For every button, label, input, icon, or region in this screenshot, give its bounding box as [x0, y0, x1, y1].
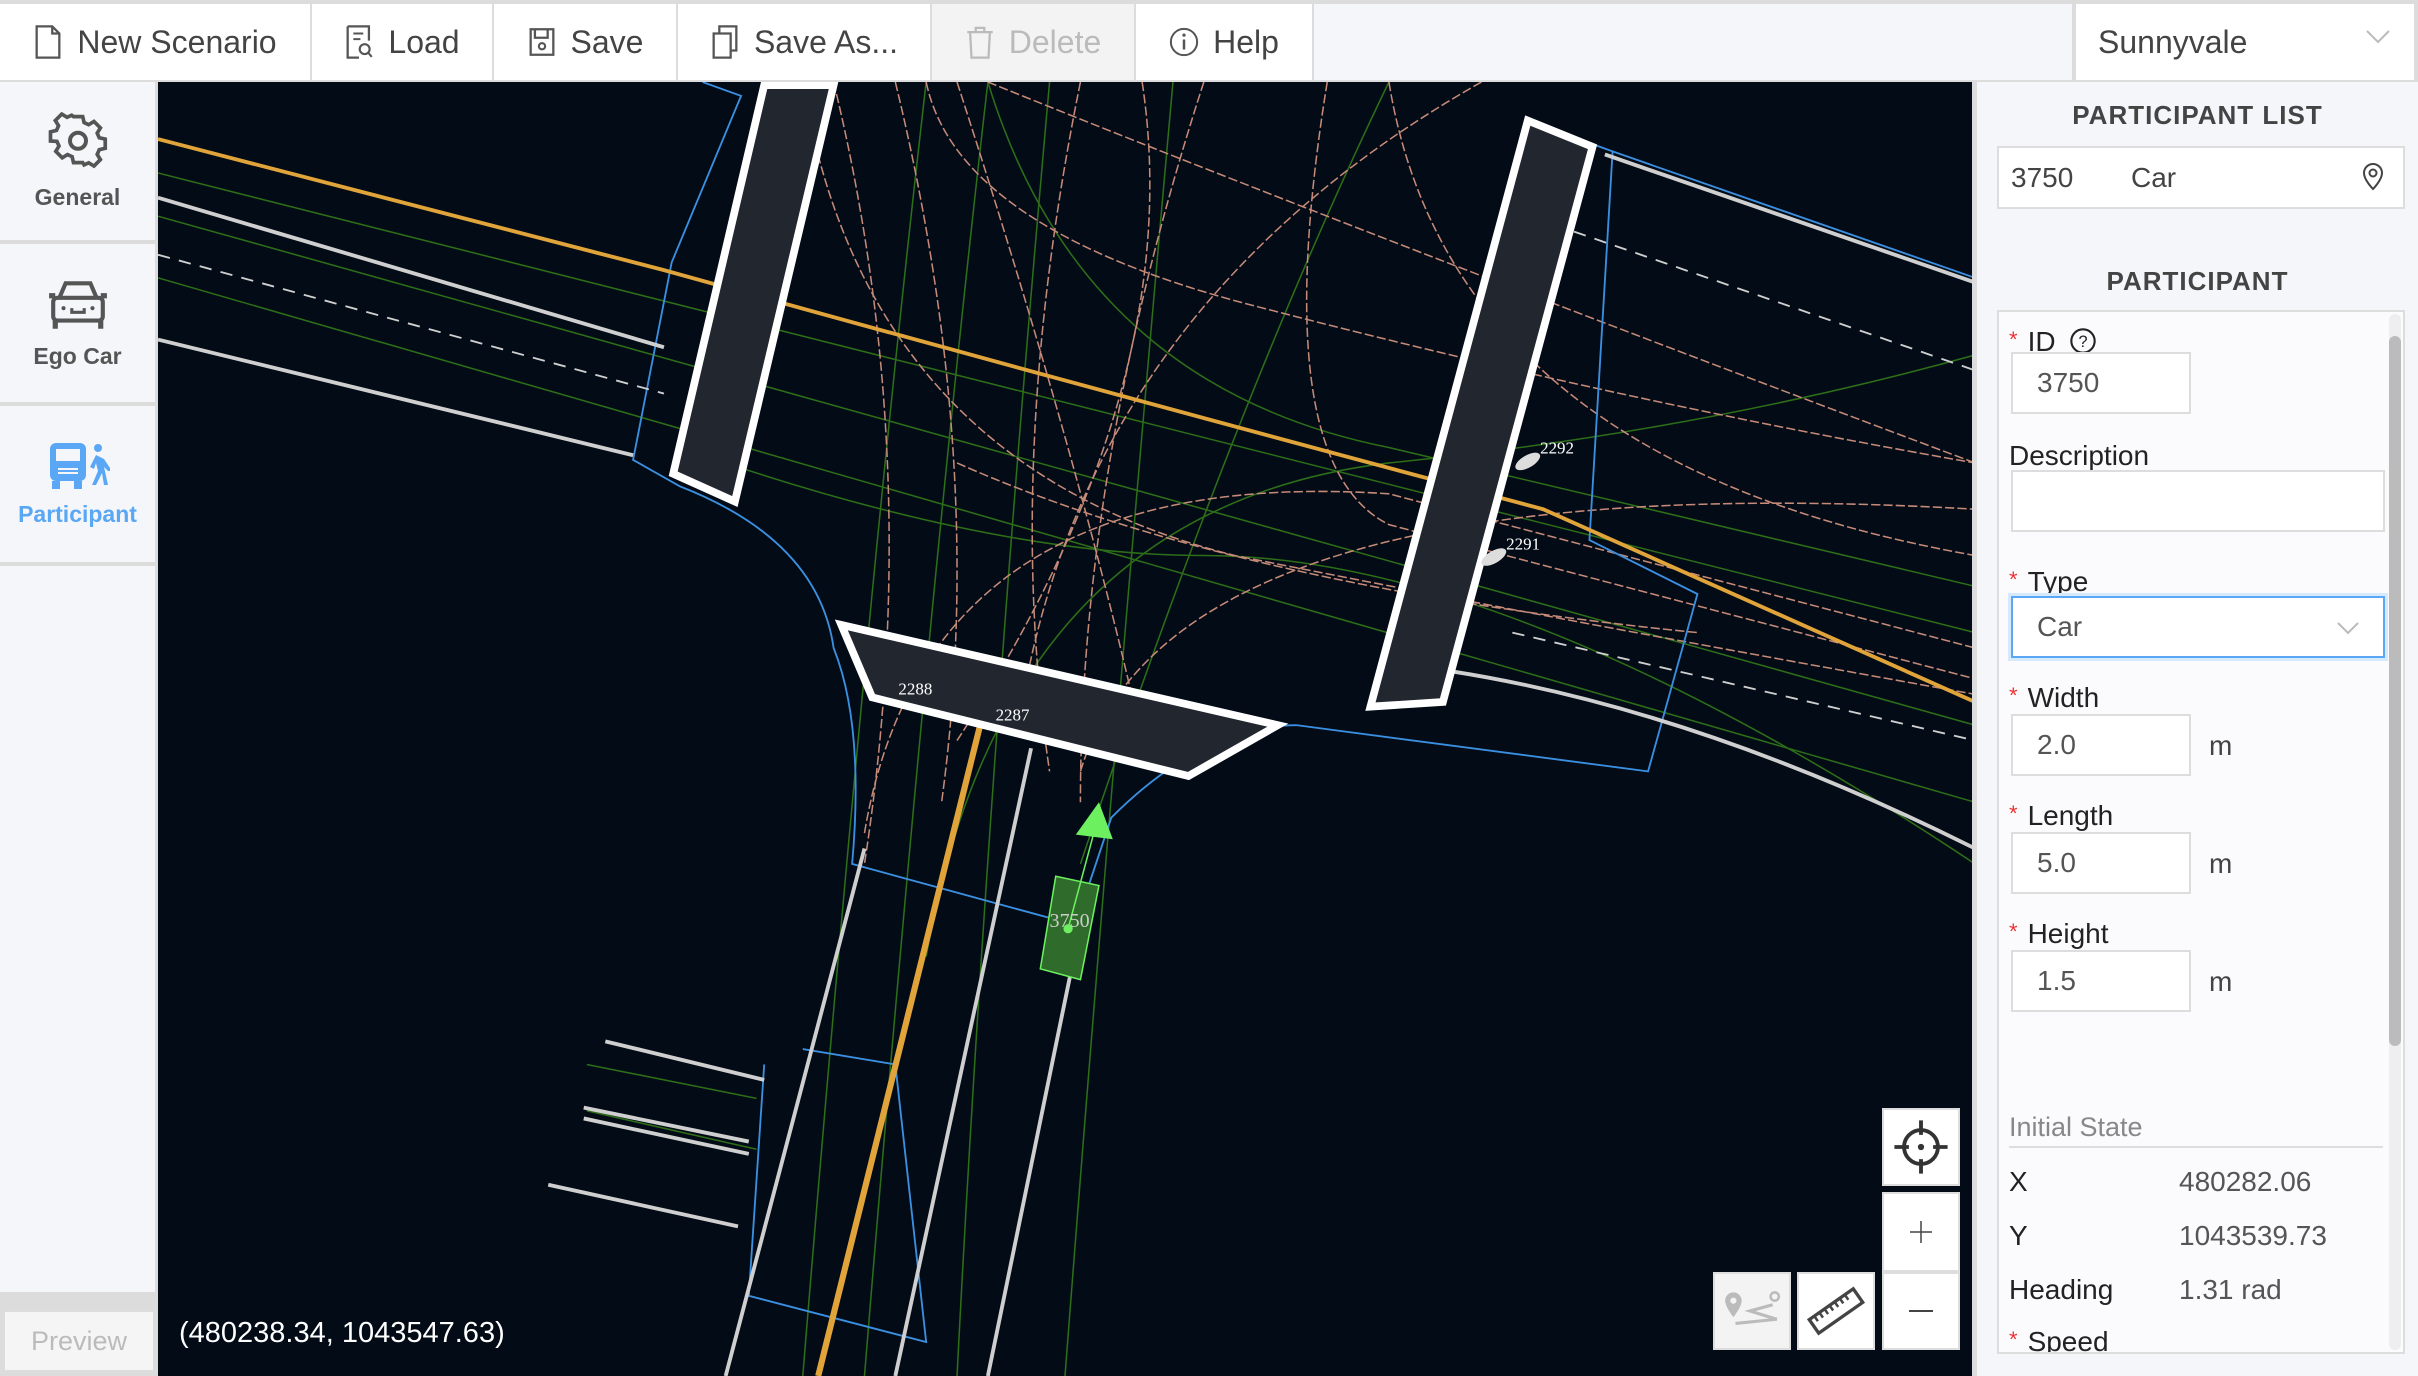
- route-pin-icon: [1725, 1291, 1781, 1325]
- id-input[interactable]: 3750: [2011, 352, 2191, 414]
- trash-icon: [967, 26, 993, 59]
- gear-icon: [48, 111, 107, 168]
- sidebar-empty: [0, 566, 155, 1292]
- type-label: * Type: [2009, 566, 2089, 597]
- height-label: * Height: [2009, 918, 2109, 949]
- type-value: Car: [2037, 611, 2083, 642]
- chevron-down-icon: [2337, 622, 2359, 635]
- scrollbar-thumb[interactable]: [2389, 336, 2401, 1046]
- copy-icon: [712, 25, 738, 59]
- participant-title: PARTICIPANT: [2106, 266, 2289, 296]
- height-input[interactable]: 1.5: [2011, 950, 2191, 1012]
- heading-arrow-handle[interactable]: [1075, 802, 1113, 840]
- width-unit: m: [2209, 730, 2233, 761]
- sidebar-item-general[interactable]: General: [0, 82, 155, 240]
- crosshair-icon: [1894, 1120, 1948, 1174]
- cursor-coordinates: (480238.34, 1043547.63): [179, 1317, 505, 1349]
- plus-icon: [1910, 1221, 1932, 1243]
- sidebar-item-participant[interactable]: Participant: [0, 406, 155, 562]
- lane-center-line: [158, 137, 1972, 703]
- road-boundaries: [158, 152, 1972, 1376]
- length-label: * Length: [2009, 800, 2114, 831]
- measure-button[interactable]: [1797, 1272, 1875, 1350]
- participant-label-2291: 2291: [1506, 534, 1540, 553]
- help-circle-icon[interactable]: ?: [2069, 327, 2097, 355]
- sidebar-item-label: General: [34, 183, 121, 210]
- participant-label-3750: 3750: [1050, 910, 1090, 932]
- load-button[interactable]: Load: [312, 4, 492, 80]
- participant-label-2292: 2292: [1540, 439, 1574, 458]
- crosswalks: [668, 82, 1598, 781]
- delete-label: Delete: [1008, 23, 1102, 60]
- type-select[interactable]: Car: [2011, 596, 2385, 658]
- info-icon: [1169, 27, 1199, 57]
- city-value: Sunnyvale: [2098, 23, 2248, 60]
- toolbar-spacer: [1314, 4, 2072, 80]
- description-textarea[interactable]: [2011, 470, 2385, 532]
- divider: [2009, 1146, 2383, 1148]
- participant-3750[interactable]: 3750: [1039, 802, 1113, 981]
- save-icon: [529, 28, 554, 56]
- y-value: 1043539.73: [2179, 1220, 2327, 1251]
- speed-label: * Speed: [2009, 1326, 2109, 1354]
- right-panel: PARTICIPANT LIST 3750 Car PARTICIPANT * I…: [1975, 82, 2418, 1376]
- sidebar-item-ego-car[interactable]: Ego Car: [0, 244, 155, 402]
- sidebar: General Ego Car Participant: [0, 82, 157, 1376]
- width-label: * Width: [2009, 682, 2100, 713]
- help-button[interactable]: Help: [1136, 4, 1312, 80]
- route-button[interactable]: [1713, 1272, 1791, 1350]
- description-label: Description: [2009, 440, 2150, 471]
- delete-button[interactable]: Delete: [932, 4, 1134, 80]
- svg-text:?: ?: [2079, 333, 2088, 351]
- save-as-label: Save As...: [753, 23, 899, 60]
- city-select[interactable]: Sunnyvale: [2076, 4, 2414, 80]
- new-scenario-label: New Scenario: [77, 23, 277, 60]
- zoom-in-button[interactable]: [1882, 1192, 1960, 1272]
- location-pin-icon[interactable]: [2361, 162, 2385, 192]
- initial-state-heading: Initial State: [2009, 1112, 2143, 1142]
- zoom-out-button[interactable]: [1882, 1272, 1960, 1350]
- participant-label-2288: 2288: [898, 679, 932, 698]
- length-input[interactable]: 5.0: [2011, 832, 2191, 894]
- participant-icon: [49, 442, 110, 489]
- new-scenario-button[interactable]: New Scenario: [0, 4, 310, 80]
- file-icon: [35, 25, 61, 59]
- map-canvas[interactable]: 2292 2291 2288 2287 3750: [158, 82, 1972, 1376]
- chevron-down-icon: [2366, 30, 2390, 44]
- save-button[interactable]: Save: [494, 4, 676, 80]
- lane-center-line: [815, 724, 984, 1376]
- load-label: Load: [388, 23, 460, 60]
- locate-button[interactable]: [1882, 1108, 1960, 1186]
- participant-type: Car: [2131, 161, 2177, 193]
- toolbar: New Scenario Load Save Save As... Delete…: [0, 4, 2418, 80]
- file-search-icon: [346, 25, 373, 59]
- help-label: Help: [1213, 23, 1279, 60]
- trajectory-curves: [802, 82, 1972, 865]
- ruler-icon: [1806, 1286, 1866, 1336]
- save-as-button[interactable]: Save As...: [678, 4, 930, 80]
- participant-id: 3750: [2011, 161, 2074, 193]
- heading-value: 1.31 rad: [2179, 1274, 2282, 1305]
- participant-list-item[interactable]: 3750 Car: [1997, 146, 2405, 209]
- participant-form: * ID ? 3750 Description * Type Car * Width …: [1997, 310, 2405, 1354]
- preview-button[interactable]: Preview: [3, 1310, 155, 1372]
- participant-label-2287: 2287: [996, 706, 1030, 725]
- heading-label: Heading: [2009, 1274, 2114, 1305]
- preview-label: Preview: [30, 1325, 128, 1356]
- participant-list-title: PARTICIPANT LIST: [2072, 100, 2323, 130]
- minus-icon: [1909, 1310, 1933, 1312]
- x-label: X: [2009, 1166, 2028, 1197]
- car-icon: [48, 280, 107, 329]
- y-label: Y: [2009, 1220, 2028, 1251]
- length-unit: m: [2209, 848, 2233, 879]
- sidebar-item-label: Ego Car: [33, 342, 122, 369]
- width-input[interactable]: 2.0: [2011, 714, 2191, 776]
- sidebar-item-label: Participant: [18, 500, 137, 527]
- x-value: 480282.06: [2179, 1166, 2312, 1197]
- dashed-lane-lines: [158, 230, 1972, 741]
- save-label: Save: [570, 23, 644, 60]
- height-unit: m: [2209, 966, 2233, 997]
- form-scrollbar[interactable]: [2389, 314, 2401, 1350]
